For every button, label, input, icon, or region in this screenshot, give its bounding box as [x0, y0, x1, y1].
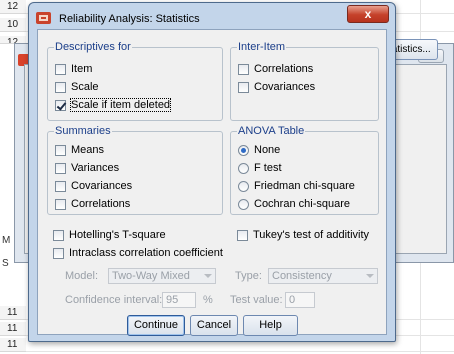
scale-if-item-deleted-checkbox[interactable]: Scale if item deleted: [55, 98, 172, 112]
type-label: Type:: [235, 270, 262, 282]
radio-label: Cochran chi-square: [254, 198, 350, 210]
checkbox-label: Item: [71, 63, 93, 75]
app-icon: [36, 12, 51, 24]
inter-item-covariances-checkbox[interactable]: Covariances: [238, 80, 315, 94]
means-checkbox[interactable]: Means: [55, 143, 104, 157]
cancel-button[interactable]: Cancel: [190, 315, 238, 336]
checkbox-icon[interactable]: [55, 180, 66, 192]
checkbox-label: Correlations: [71, 198, 131, 210]
confidence-interval-label: Confidence interval:: [65, 294, 163, 306]
item-checkbox[interactable]: Item: [55, 62, 92, 76]
checkbox-label: Correlations: [254, 63, 314, 75]
confidence-interval-input[interactable]: 95: [162, 292, 196, 308]
checkbox-label: Covariances: [254, 81, 316, 93]
model-select[interactable]: Two-Way Mixed: [108, 268, 216, 284]
checkbox-label: Means: [71, 144, 105, 156]
scale-checkbox[interactable]: Scale: [55, 80, 99, 94]
descriptives-group: Descriptives for Item Scale Scale if ite…: [47, 41, 223, 121]
inter-item-legend: Inter-Item: [237, 41, 287, 53]
checkbox-icon[interactable]: [55, 162, 66, 174]
checkbox-icon[interactable]: [55, 63, 66, 75]
checkbox-icon[interactable]: [55, 198, 66, 210]
percent-label: %: [203, 294, 213, 306]
checkbox-icon[interactable]: [238, 81, 249, 93]
radio-label: None: [254, 144, 281, 156]
checkbox-label: Hotelling's T-square: [69, 229, 166, 241]
radio-selected-icon[interactable]: [238, 144, 249, 156]
checkbox-label: Variances: [71, 162, 120, 174]
radio-icon[interactable]: [238, 162, 249, 174]
summaries-legend: Summaries: [54, 125, 112, 137]
tukey-additivity-checkbox[interactable]: Tukey's test of additivity: [237, 228, 369, 242]
chevron-down-icon: [204, 274, 212, 278]
chevron-down-icon: [366, 274, 374, 278]
covariances-checkbox[interactable]: Covariances: [55, 179, 132, 193]
checkbox-icon[interactable]: [53, 229, 64, 241]
checkbox-label: Intraclass correlation coefficient: [69, 247, 223, 259]
anova-legend: ANOVA Table: [237, 125, 306, 137]
anova-cochran-radio[interactable]: Cochran chi-square: [238, 197, 350, 211]
checkbox-label: Covariances: [71, 180, 133, 192]
checkbox-label: Scale if item deleted: [69, 98, 172, 112]
row-number: 11: [0, 306, 26, 320]
row-number: 11: [0, 322, 26, 336]
title-bar[interactable]: Reliability Analysis: Statistics x: [29, 3, 395, 29]
type-select-value: Consistency: [272, 270, 332, 282]
summaries-group: Summaries Means Variances Covariances Co…: [47, 125, 223, 215]
model-select-value: Two-Way Mixed: [112, 270, 190, 282]
background-label: M: [2, 235, 11, 246]
checkbox-icon[interactable]: [55, 81, 66, 93]
reliability-statistics-dialog: Reliability Analysis: Statistics x Descr…: [28, 2, 396, 342]
radio-label: F test: [254, 162, 282, 174]
continue-button[interactable]: Continue: [127, 315, 185, 336]
dialog-body: Descriptives for Item Scale Scale if ite…: [37, 29, 387, 336]
row-number: 12: [0, 0, 26, 14]
checkbox-checked-icon[interactable]: [55, 99, 66, 111]
anova-f-test-radio[interactable]: F test: [238, 161, 282, 175]
row-number: 10: [0, 18, 26, 32]
checkbox-icon[interactable]: [53, 247, 64, 259]
anova-friedman-radio[interactable]: Friedman chi-square: [238, 179, 355, 193]
help-button[interactable]: Help: [243, 315, 298, 336]
descriptives-legend: Descriptives for: [54, 41, 132, 53]
inter-item-correlations-checkbox[interactable]: Correlations: [238, 62, 313, 76]
checkbox-icon[interactable]: [238, 63, 249, 75]
dialog-title: Reliability Analysis: Statistics: [59, 13, 200, 25]
checkbox-label: Tukey's test of additivity: [253, 229, 370, 241]
anova-none-radio[interactable]: None: [238, 143, 280, 157]
type-select[interactable]: Consistency: [268, 268, 378, 284]
anova-table-group: ANOVA Table None F test Friedman chi-squ…: [230, 125, 379, 215]
radio-icon[interactable]: [238, 180, 249, 192]
hotelling-t-square-checkbox[interactable]: Hotelling's T-square: [53, 228, 166, 242]
test-value-label: Test value:: [230, 294, 283, 306]
inter-item-group: Inter-Item Correlations Covariances: [230, 41, 379, 121]
checkbox-icon[interactable]: [237, 229, 248, 241]
background-label: S: [2, 258, 9, 269]
row-number: 11: [0, 338, 26, 352]
model-label: Model:: [65, 270, 99, 282]
radio-label: Friedman chi-square: [254, 180, 355, 192]
intraclass-correlation-checkbox[interactable]: Intraclass correlation coefficient: [53, 246, 223, 260]
variances-checkbox[interactable]: Variances: [55, 161, 119, 175]
checkbox-icon[interactable]: [55, 144, 66, 156]
correlations-checkbox[interactable]: Correlations: [55, 197, 130, 211]
close-button[interactable]: x: [347, 5, 389, 23]
radio-icon[interactable]: [238, 198, 249, 210]
test-value-input[interactable]: 0: [285, 292, 315, 308]
checkbox-label: Scale: [71, 81, 99, 93]
